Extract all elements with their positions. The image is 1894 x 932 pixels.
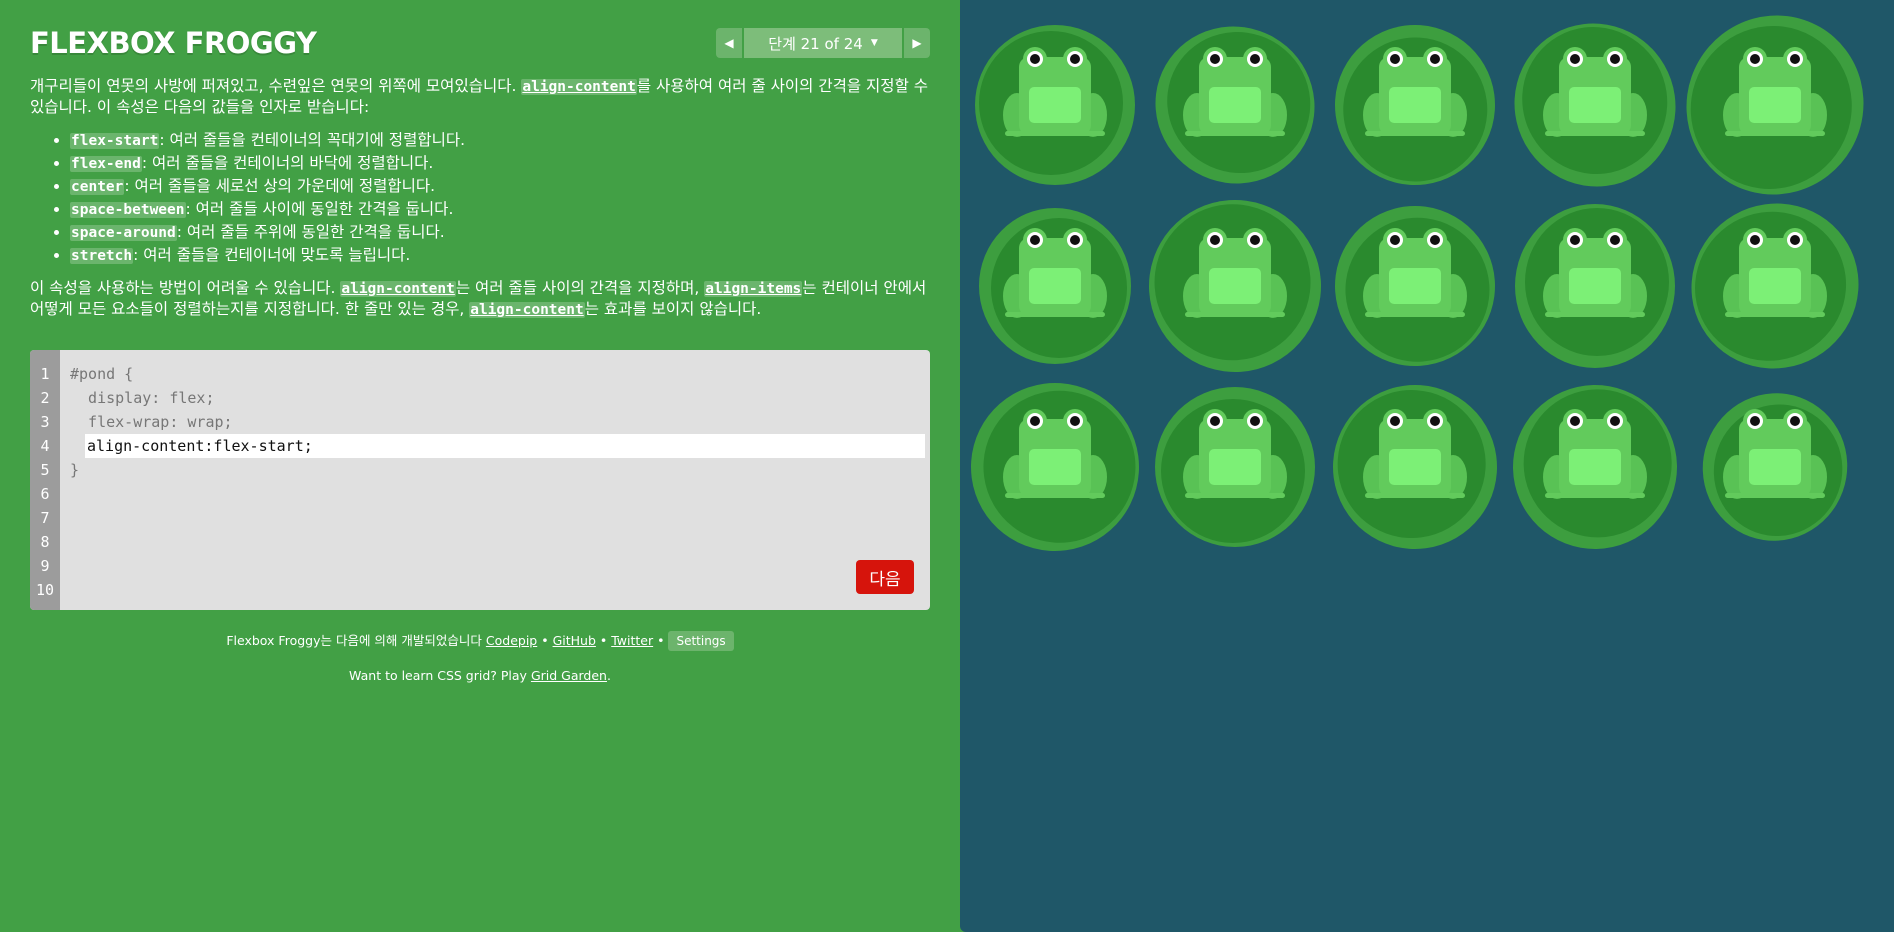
code-line: display: flex;: [70, 389, 215, 407]
grid-garden-promo: Want to learn CSS grid? Play Grid Garden…: [0, 668, 960, 683]
instructions: 개구리들이 연못의 사방에 퍼져있고, 수련잎은 연못의 위쪽에 모여있습니다.…: [30, 77, 930, 320]
line-number: 5: [40, 461, 50, 479]
lilypad-with-frog: [1334, 206, 1495, 366]
line-number: 8: [40, 533, 50, 551]
line-number: 3: [40, 413, 50, 431]
caret-down-icon: ▼: [870, 38, 878, 48]
line-number-gutter: 1 2 3 4 5 6 7 8 9 10: [30, 350, 60, 610]
code-area: #pond { display: flex; flex-wrap: wrap; …: [70, 362, 925, 482]
lilypad-with-frog: [1514, 23, 1676, 187]
lilypad-with-frog: [971, 383, 1139, 551]
page-title: FLEXBOX FROGGY: [30, 26, 317, 60]
settings-button[interactable]: Settings: [668, 631, 734, 651]
lilypad-with-frog: [1686, 15, 1864, 195]
value-desc: : 여러 줄들 주위에 동일한 간격을 둡니다.: [176, 223, 445, 241]
grid-garden-link[interactable]: Grid Garden: [531, 668, 607, 683]
codepip-link[interactable]: Codepip: [486, 633, 537, 648]
triangle-left-icon: ◀: [724, 36, 734, 50]
line-number: 10: [35, 581, 55, 599]
note-text: 는 여러 줄들 사이의 간격을 지정하며,: [455, 279, 705, 297]
lilypad-with-frog: [1513, 385, 1677, 549]
credits: Flexbox Froggy는 다음에 의해 개발되었습니다 Codepip •…: [0, 630, 960, 651]
level-navigation: ◀ 단계 21 of 24 ▼ ▶: [716, 28, 930, 58]
lilypad-with-frog: [1333, 385, 1497, 549]
next-button[interactable]: 다음: [856, 560, 914, 594]
lilypad-with-frog: [975, 25, 1135, 185]
line-number: 2: [40, 389, 50, 407]
css-code-input[interactable]: [85, 434, 925, 458]
value-desc: : 여러 줄들을 컨테이너의 꼭대기에 정렬합니다.: [159, 131, 466, 149]
lilypad-with-frog: [1155, 26, 1315, 184]
note-text: 이 속성을 사용하는 방법이 어려울 수 있습니다.: [30, 279, 341, 297]
line-number: 7: [40, 509, 50, 527]
value-desc: : 여러 줄들을 세로선 상의 가운데에 정렬합니다.: [124, 177, 436, 195]
code-value: flex-end: [70, 156, 142, 172]
intro-paragraph: 개구리들이 연못의 사방에 퍼져있고, 수련잎은 연못의 위쪽에 모여있습니다.…: [30, 77, 930, 117]
code-value: center: [70, 179, 125, 195]
next-level-button[interactable]: ▶: [904, 28, 930, 58]
pond: [960, 0, 1894, 932]
code-value: stretch: [70, 248, 134, 264]
code-input-line: [70, 434, 925, 458]
code-align-items[interactable]: align-items: [704, 281, 803, 297]
code-value: space-around: [70, 225, 177, 241]
lilypad-with-frog: [1335, 25, 1495, 185]
note-paragraph: 이 속성을 사용하는 방법이 어려울 수 있습니다. align-content…: [30, 279, 930, 320]
list-item: flex-end: 여러 줄들을 컨테이너의 바닥에 정렬합니다.: [70, 152, 930, 175]
list-item: stretch: 여러 줄들을 컨테이너에 맞도록 늘립니다.: [70, 244, 930, 267]
github-link[interactable]: GitHub: [553, 633, 596, 648]
list-item: space-around: 여러 줄들 주위에 동일한 간격을 둡니다.: [70, 221, 930, 244]
line-number: 1: [40, 365, 50, 383]
value-desc: : 여러 줄들 사이에 동일한 간격을 둡니다.: [185, 200, 454, 218]
level-label: 단계 21 of 24: [768, 34, 863, 53]
line-number: 6: [40, 485, 50, 503]
promo-suffix: .: [606, 668, 611, 683]
lilypad-with-frog: [1149, 200, 1321, 372]
line-number: 4: [40, 437, 50, 455]
code-editor: 1 2 3 4 5 6 7 8 9 10 #pond { display: fl…: [30, 350, 930, 610]
lilypad-with-frog: [1691, 203, 1859, 369]
instructions-panel: FLEXBOX FROGGY ◀ 단계 21 of 24 ▼ ▶ 개구리들이 연…: [0, 0, 960, 932]
promo-text: Want to learn CSS grid? Play: [349, 668, 531, 683]
previous-level-button[interactable]: ◀: [716, 28, 742, 58]
intro-text: 개구리들이 연못의 사방에 퍼져있고, 수련잎은 연못의 위쪽에 모여있습니다.: [30, 77, 522, 95]
lilypad-with-frog: [1702, 393, 1848, 541]
list-item: flex-start: 여러 줄들을 컨테이너의 꼭대기에 정렬합니다.: [70, 129, 930, 152]
separator: •: [537, 633, 553, 648]
note-text: 는 효과를 보이지 않습니다.: [584, 299, 762, 318]
lilypad-with-frog: [979, 208, 1131, 364]
value-desc: : 여러 줄들을 컨테이너에 맞도록 늘립니다.: [133, 246, 411, 264]
list-item: center: 여러 줄들을 세로선 상의 가운데에 정렬합니다.: [70, 175, 930, 198]
code-value: flex-start: [70, 133, 160, 149]
code-line: flex-wrap: wrap;: [70, 413, 233, 431]
code-align-content[interactable]: align-content: [469, 301, 585, 318]
code-line: }: [70, 461, 80, 479]
separator: •: [653, 633, 669, 648]
values-list: flex-start: 여러 줄들을 컨테이너의 꼭대기에 정렬합니다. fle…: [30, 129, 930, 267]
code-align-content[interactable]: align-content: [340, 281, 456, 297]
twitter-link[interactable]: Twitter: [611, 633, 653, 648]
separator: •: [595, 633, 612, 648]
code-align-content[interactable]: align-content: [521, 79, 637, 95]
lilypad-with-frog: [1155, 387, 1315, 547]
value-desc: : 여러 줄들을 컨테이너의 바닥에 정렬합니다.: [141, 154, 434, 172]
lilypad-with-frog: [1515, 204, 1675, 368]
triangle-right-icon: ▶: [912, 36, 922, 50]
line-number: 9: [40, 557, 50, 575]
level-indicator-dropdown[interactable]: 단계 21 of 24 ▼: [744, 28, 902, 58]
code-value: space-between: [70, 202, 186, 218]
list-item: space-between: 여러 줄들 사이에 동일한 간격을 둡니다.: [70, 198, 930, 221]
credits-text: Flexbox Froggy는 다음에 의해 개발되었습니다: [226, 633, 486, 648]
code-line: #pond {: [70, 365, 134, 383]
